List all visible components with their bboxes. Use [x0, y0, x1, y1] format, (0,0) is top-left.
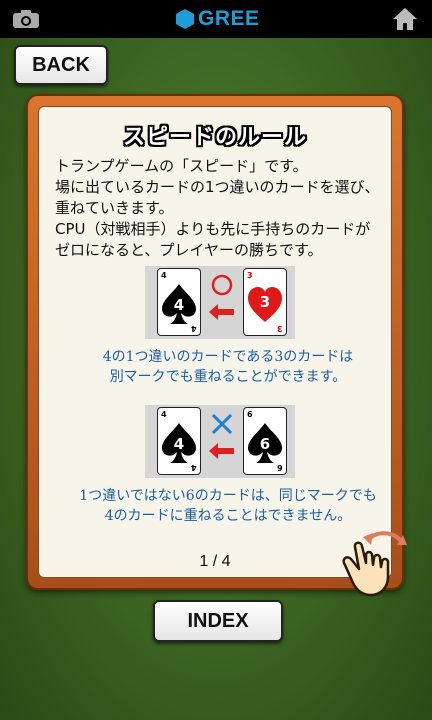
card-rank: 4 [161, 410, 167, 419]
note-line: 4の1つ違いのカードである3のカードは [102, 349, 354, 365]
description-line: ゼロになると、プレイヤーの勝ちです。 [55, 241, 323, 259]
spade-6-card: 6 6 6 [243, 407, 287, 475]
note-line: 1つ違いではない6のカードは、同じマークでも [79, 488, 377, 504]
description-line: 重ねていきます。 [55, 199, 174, 217]
card-rank: 3 [277, 324, 283, 333]
card-rank: 6 [247, 410, 253, 419]
note-line: 別マークでも重ねることができます。 [109, 369, 347, 385]
index-button[interactable]: INDEX [153, 600, 283, 642]
circle-mark-icon [211, 274, 233, 296]
card-rank: 4 [191, 324, 197, 333]
example-invalid-illustration: 4 4 4 6 6 6 [145, 405, 295, 478]
spade-4-card: 4 4 4 [157, 268, 201, 336]
example-valid-illustration: 4 4 4 3 3 3 [145, 266, 295, 339]
left-arrow-icon [209, 304, 234, 320]
invalid-example-marks [209, 413, 234, 459]
description-line: トランプゲームの「スピード」です。 [55, 157, 308, 175]
heart-3-card: 3 3 3 [243, 268, 287, 336]
valid-example-note: 4の1つ違いのカードである3のカードは 別マークでも重ねることができます。 [55, 347, 401, 387]
card-center-rank: 6 [259, 435, 271, 453]
invalid-example-note: 1つ違いではない6のカードは、同じマークでも 4のカードに重ねることはできません… [55, 486, 401, 526]
rules-title: スピードのルール [122, 125, 307, 150]
home-icon[interactable] [392, 7, 418, 31]
gree-hex-icon [176, 9, 194, 29]
card-center-rank: 4 [173, 435, 185, 453]
rules-description: トランプゲームの「スピード」です。 場に出ているカードの1つ違いのカードを選び、… [55, 156, 395, 261]
card-rank: 6 [277, 463, 283, 472]
camera-icon[interactable] [12, 10, 40, 29]
card-rank: 4 [161, 271, 167, 280]
valid-example-marks [209, 274, 234, 320]
card-rank: 4 [191, 463, 197, 472]
card-center-rank: 3 [259, 293, 271, 311]
status-bar: GREE [0, 0, 432, 38]
note-line: 4のカードに重ねることはできません。 [104, 508, 352, 524]
rules-panel: スピードのルール トランプゲームの「スピード」です。 場に出ているカードの1つ違… [26, 94, 407, 597]
back-button[interactable]: BACK [14, 45, 108, 85]
brand-name: GREE [198, 7, 260, 30]
card-rank: 3 [247, 271, 253, 280]
description-line: 場に出ているカードの1つ違いのカードを選び、 [55, 178, 380, 196]
left-arrow-icon [209, 443, 234, 459]
swipe-hand-icon[interactable] [335, 525, 411, 601]
gree-logo: GREE [176, 7, 260, 31]
spade-4-card: 4 4 4 [157, 407, 201, 475]
description-line: CPU（対戦相手）よりも先に手持ちのカードが [55, 220, 371, 238]
card-center-rank: 4 [173, 296, 185, 314]
rules-content: スピードのルール トランプゲームの「スピード」です。 場に出ているカードの1つ違… [38, 106, 407, 597]
cross-mark-icon [211, 413, 233, 435]
